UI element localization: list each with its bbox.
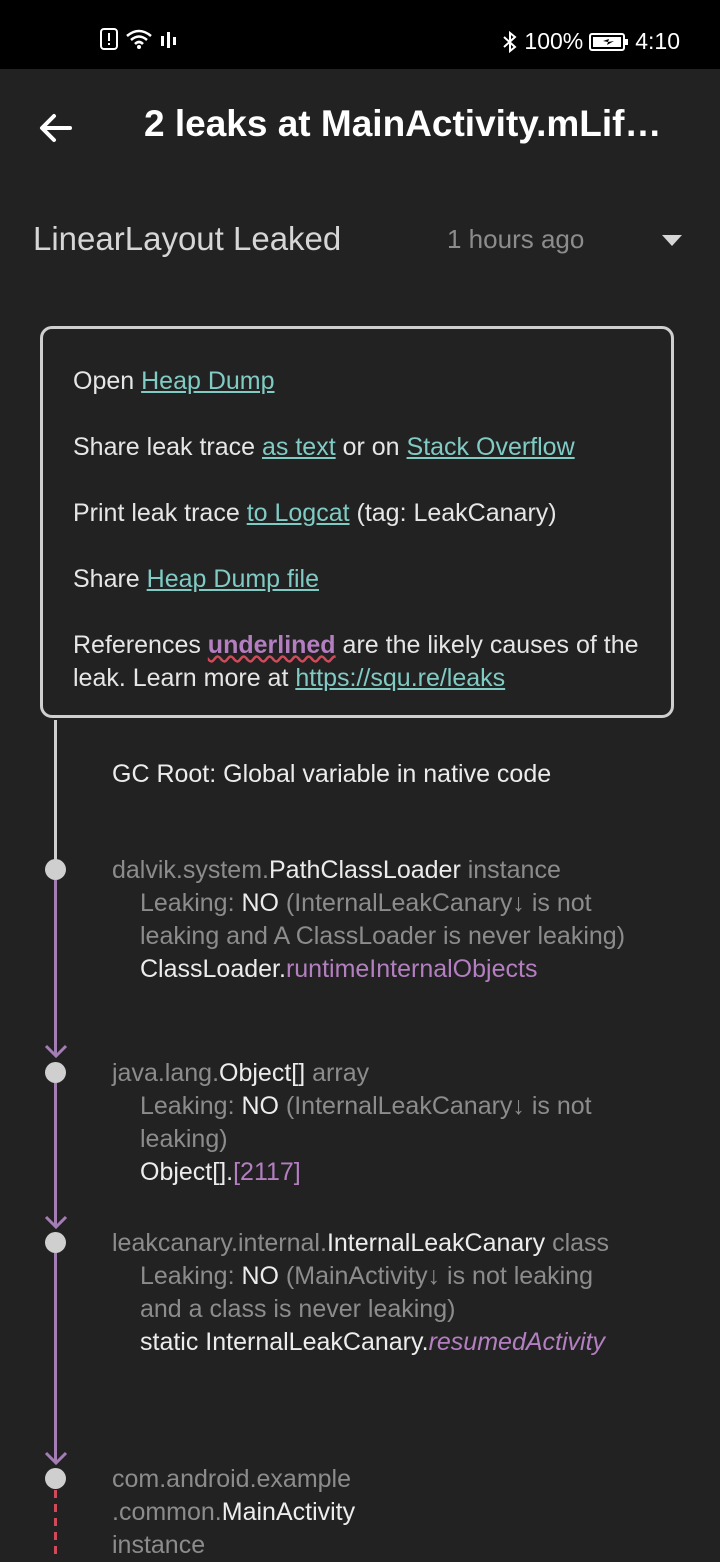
- trace-connector: [54, 1253, 57, 1463]
- trace-node-dot: [45, 1468, 66, 1489]
- trace-connector: [54, 1083, 57, 1227]
- node-class: leakcanary.internal.InternalLeakCanary c…: [112, 1229, 610, 1257]
- node-class: dalvik.system.PathClassLoader instance: [112, 856, 561, 884]
- gc-root-label: GC Root: Global variable in native code: [112, 760, 552, 788]
- trace-node: dalvik.system.PathClassLoader instance L…: [112, 854, 632, 986]
- trace-node-dot: [45, 1232, 66, 1253]
- node-leaking-status: Leaking: NO (InternalLeakCanary↓ is not …: [140, 889, 626, 950]
- root-connector: [54, 720, 57, 866]
- battery-percent: 100%: [524, 28, 584, 54]
- node-class: java.lang.Object[] array: [112, 1059, 370, 1087]
- trace-connector: [54, 880, 57, 1056]
- signal-icon: [161, 32, 176, 48]
- squ-re-leaks-link[interactable]: https://squ.re/leaks: [295, 664, 505, 692]
- as-text-link[interactable]: as text: [262, 433, 336, 461]
- stack-overflow-link[interactable]: Stack Overflow: [407, 433, 575, 461]
- node-leaking-status: Leaking: NO (MainActivity↓ is not leakin…: [140, 1262, 593, 1323]
- status-left-icons: [100, 28, 180, 50]
- share-trace-line: Share leak trace as text or on Stack Ove…: [73, 433, 575, 461]
- share-file-line: Share Heap Dump file: [73, 565, 319, 593]
- print-trace-line: Print leak trace to Logcat (tag: LeakCan…: [73, 499, 557, 527]
- trace-node: leakcanary.internal.InternalLeakCanary c…: [112, 1227, 632, 1359]
- trace-node-dot: [45, 1062, 66, 1083]
- node-reference: ClassLoader.runtimeInternalObjects: [140, 955, 538, 983]
- underlined-example: underlined: [207, 631, 336, 659]
- node-class: com.android.example .common.MainActivity…: [112, 1465, 356, 1559]
- bluetooth-icon: [503, 30, 517, 53]
- dropdown-arrow-icon[interactable]: [660, 232, 684, 248]
- app-bar: 2 leaks at MainActivity.mLif…: [0, 69, 720, 187]
- trace-node: java.lang.Object[] array Leaking: NO (In…: [112, 1057, 632, 1189]
- heap-dump-link[interactable]: Heap Dump: [141, 367, 274, 395]
- chevron-down-icon: [44, 1044, 68, 1059]
- wifi-icon: [126, 29, 152, 49]
- open-heap-dump-line: Open Heap Dump: [73, 367, 275, 395]
- chevron-down-icon: [44, 1215, 68, 1230]
- alert-sim-icon: [100, 28, 118, 50]
- leak-header[interactable]: LinearLayout Leaked 1 hours ago: [0, 210, 720, 270]
- leak-name: LinearLayout Leaked: [33, 220, 342, 257]
- clock: 4:10: [635, 28, 680, 54]
- page-title: 2 leaks at MainActivity.mLif…: [144, 103, 662, 144]
- leak-connector: [54, 1490, 57, 1560]
- to-logcat-link[interactable]: to Logcat: [247, 499, 350, 527]
- leak-trace: GC Root: Global variable in native code …: [0, 720, 720, 1560]
- leak-time: 1 hours ago: [447, 224, 585, 254]
- status-bar: 100% 4:10: [0, 0, 720, 69]
- battery-icon: [589, 32, 629, 51]
- status-right: 100% 4:10: [502, 28, 680, 55]
- heap-dump-file-link[interactable]: Heap Dump file: [147, 565, 319, 593]
- trace-node: com.android.example .common.MainActivity…: [112, 1463, 412, 1562]
- trace-node-dot: [45, 859, 66, 880]
- back-arrow-icon[interactable]: [32, 105, 80, 153]
- node-reference: Object[].[2117]: [140, 1158, 301, 1186]
- leak-actions-box: Open Heap Dump Share leak trace as text …: [40, 326, 674, 718]
- node-reference: static InternalLeakCanary.resumedActivit…: [140, 1328, 606, 1356]
- references-note: References underlined are the likely cau…: [73, 631, 639, 692]
- chevron-down-icon: [44, 1451, 68, 1466]
- node-leaking-status: Leaking: NO (InternalLeakCanary↓ is not …: [140, 1092, 592, 1153]
